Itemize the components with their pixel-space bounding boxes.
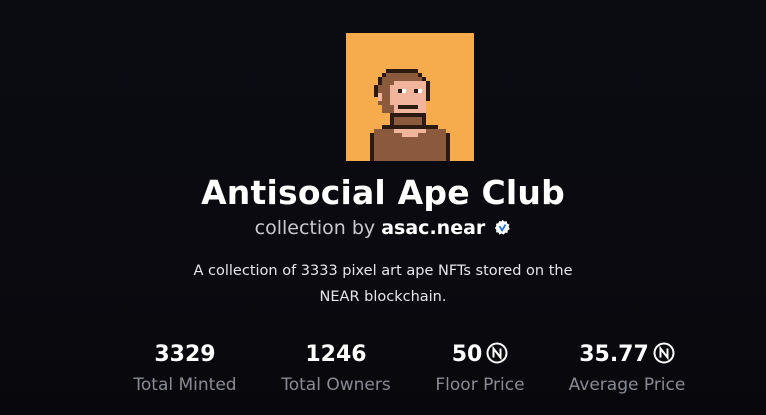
- stat-label: Floor Price: [435, 375, 525, 395]
- stat-label: Total Minted: [133, 375, 237, 395]
- collection-byline: collection by asac.near: [0, 214, 766, 242]
- stat-value: 3329: [154, 342, 216, 367]
- stat-label: Total Owners: [281, 375, 391, 395]
- pixel-ape-image: [370, 69, 450, 161]
- stat-value: 50: [426, 340, 534, 370]
- stat-value: 1246: [305, 342, 367, 367]
- collection-description: A collection of 3333 pixel art ape NFTs …: [193, 263, 573, 305]
- verified-badge-icon: [494, 216, 511, 235]
- collection-title: Antisocial Ape Club: [201, 173, 565, 212]
- byline-prefix: collection by: [254, 217, 376, 239]
- creator-link[interactable]: asac.near: [381, 217, 485, 239]
- near-icon: [653, 342, 675, 364]
- collection-avatar: [346, 33, 474, 161]
- stat-total-owners: 1246 Total Owners: [276, 340, 396, 400]
- stat-average-price: 35.77 Average Price: [560, 340, 694, 400]
- stat-value: 35.77: [560, 340, 694, 370]
- stat-label: Average Price: [568, 375, 686, 395]
- stat-total-minted: 3329 Total Minted: [130, 340, 240, 400]
- stats-row: 3329 Total Minted 1246 Total Owners 50 F…: [0, 340, 766, 410]
- stat-floor-price: 50 Floor Price: [426, 340, 534, 400]
- near-icon: [486, 342, 508, 364]
